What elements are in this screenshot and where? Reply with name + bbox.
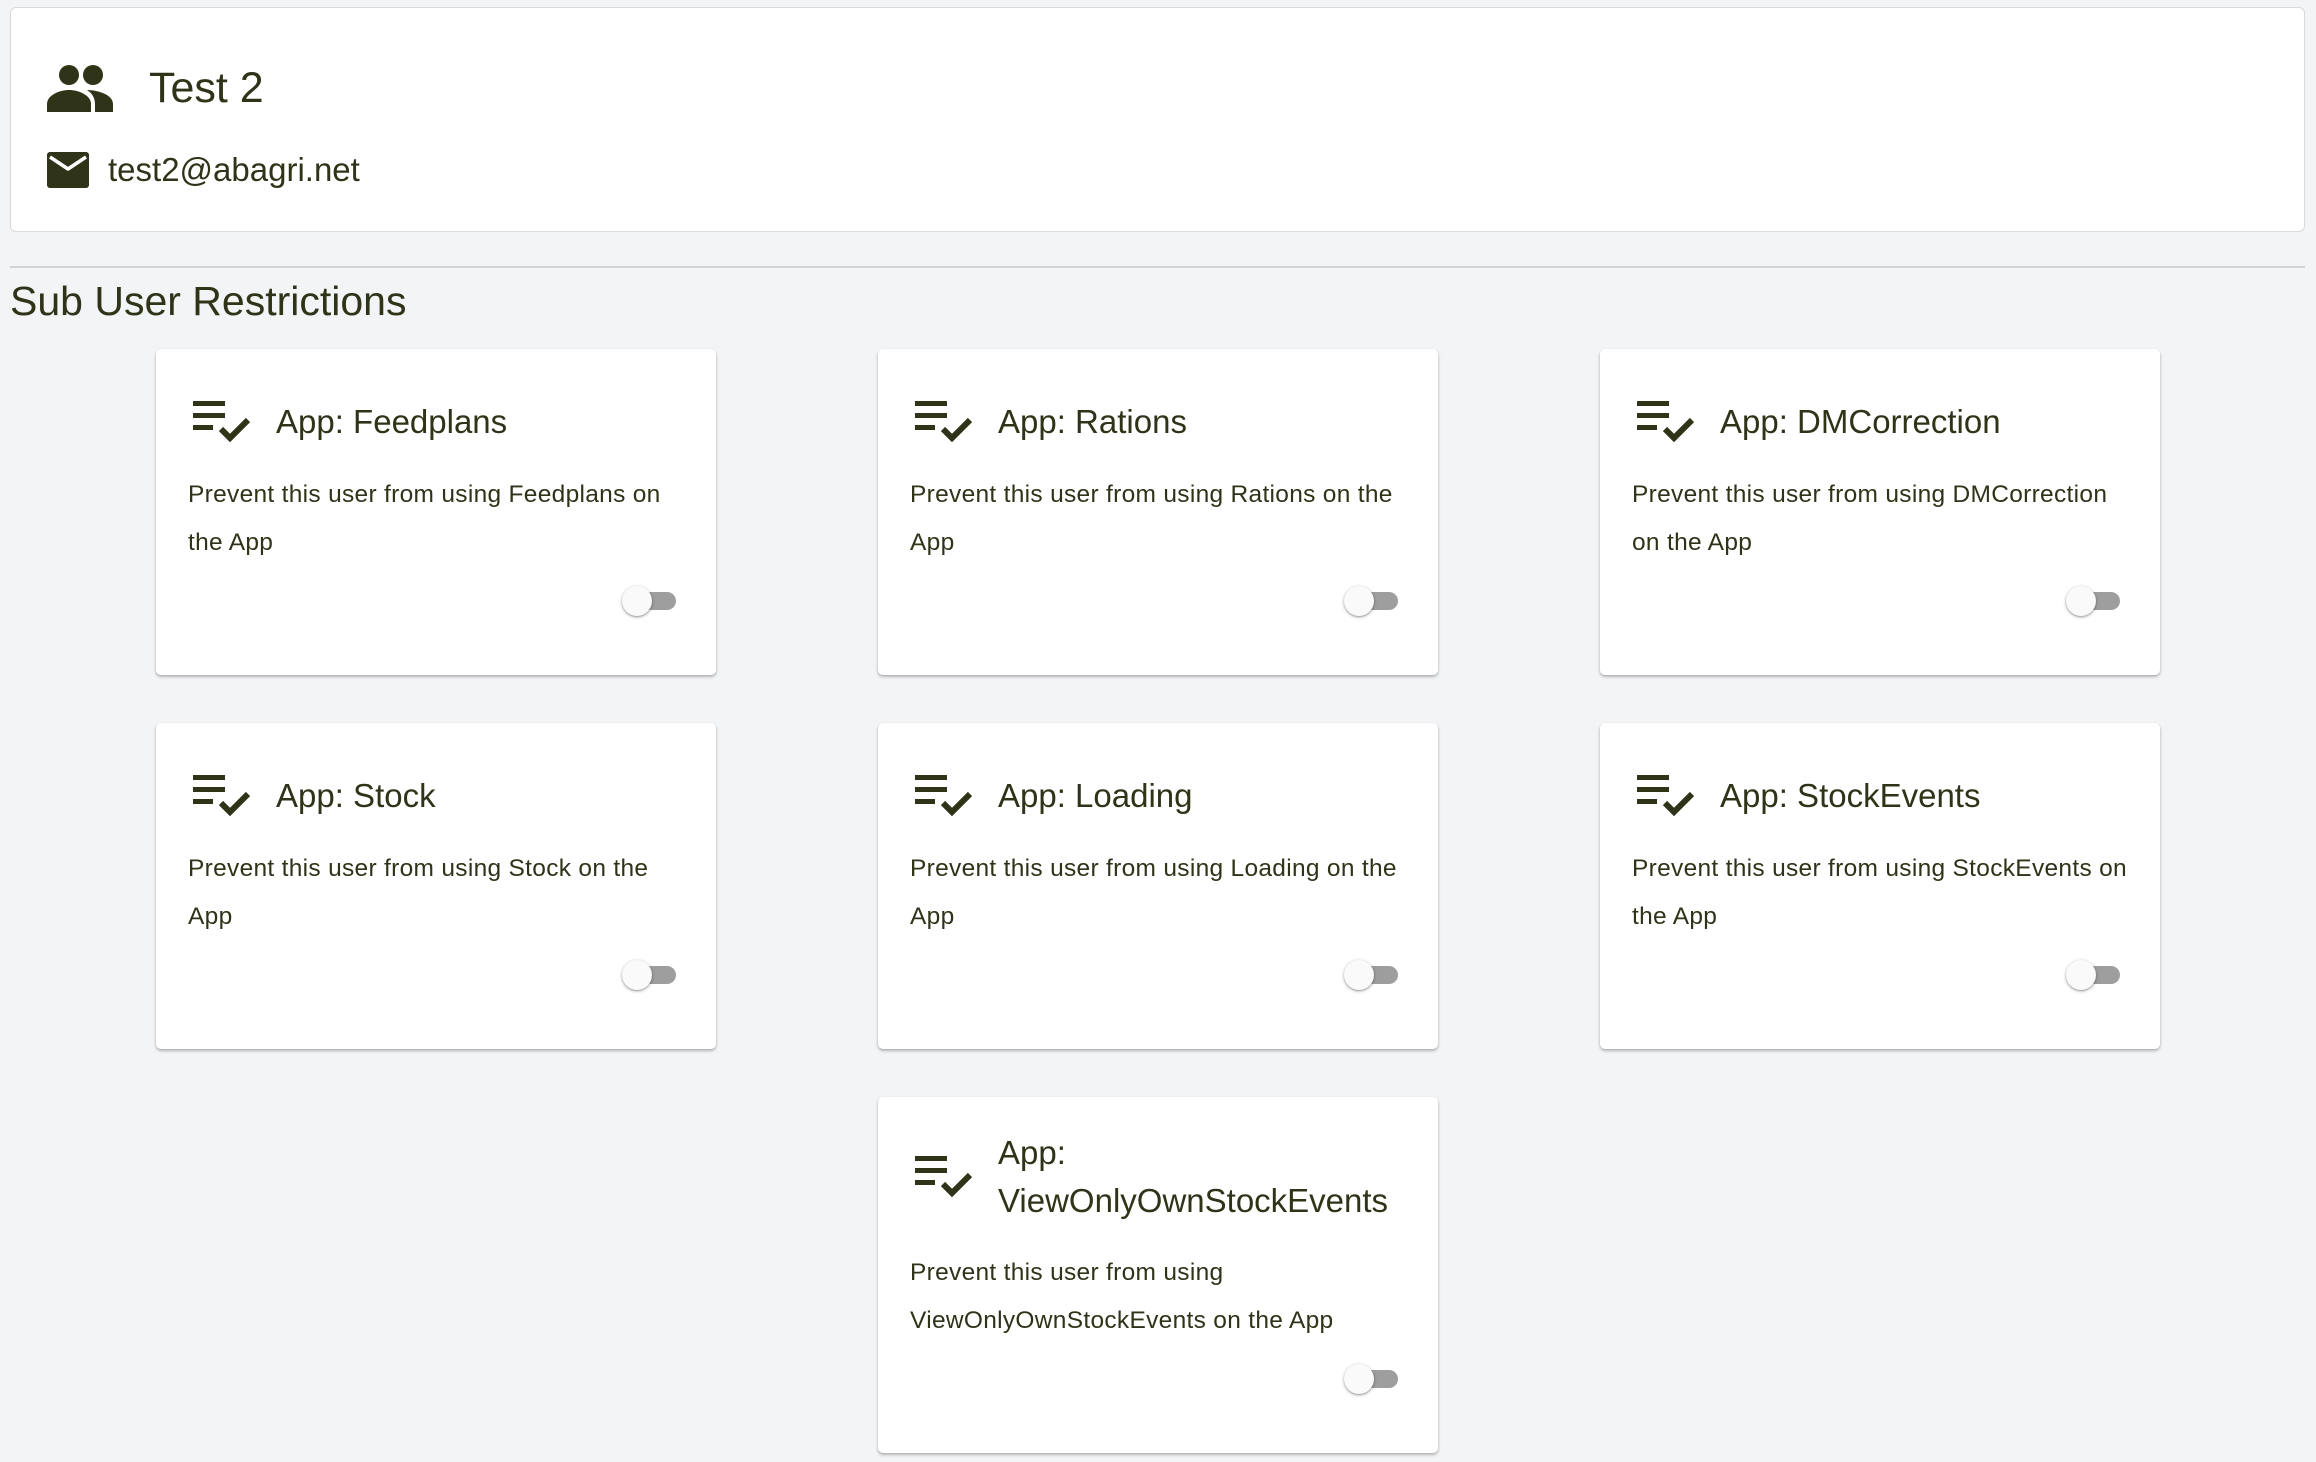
restriction-title: App: Stock — [276, 777, 436, 814]
page: Test 2 test2@abagri.net Sub User Restric… — [0, 0, 2316, 1462]
restriction-card-dmcorrection: App: DMCorrection Prevent this user from… — [1600, 349, 2160, 675]
toggle-thumb — [2066, 960, 2096, 990]
restriction-description: Prevent this user from using Rations on … — [910, 481, 1393, 556]
restriction-description: Prevent this user from using Loading on … — [910, 855, 1397, 930]
restriction-toggle-rations[interactable] — [1344, 583, 1400, 617]
restriction-toggle-feedplans[interactable] — [622, 583, 678, 617]
restriction-description: Prevent this user from using ViewOnlyOwn… — [910, 1259, 1334, 1334]
restriction-title: App: DMCorrection — [1720, 403, 2001, 440]
restriction-card-viewonlyownstockevents: App: ViewOnlyOwnStockEvents Prevent this… — [878, 1097, 1438, 1453]
playlist-check-icon — [915, 775, 973, 817]
user-profile-card: Test 2 test2@abagri.net — [10, 7, 2305, 232]
restriction-toggle-stockevents[interactable] — [2066, 957, 2122, 991]
toggle-thumb — [1344, 1364, 1374, 1394]
restriction-description: Prevent this user from using DMCorrectio… — [1632, 481, 2108, 556]
toggle-thumb — [622, 586, 652, 616]
restriction-title: App: Feedplans — [276, 403, 508, 440]
toggle-thumb — [622, 960, 652, 990]
toggle-thumb — [1344, 960, 1374, 990]
user-email-row: test2@abagri.net — [47, 138, 360, 202]
playlist-check-icon — [193, 401, 251, 443]
restriction-toggle-stock[interactable] — [622, 957, 678, 991]
playlist-check-icon — [1637, 401, 1695, 443]
toggle-thumb — [1344, 586, 1374, 616]
section-title: Sub User Restrictions — [10, 278, 407, 324]
restriction-card-feedplans: App: Feedplans Prevent this user from us… — [156, 349, 716, 675]
restriction-title: App: Loading — [998, 777, 1193, 814]
section-divider — [10, 266, 2305, 268]
restriction-description: Prevent this user from using StockEvents… — [1632, 855, 2127, 930]
playlist-check-icon — [1637, 775, 1695, 817]
user-name: Test 2 — [149, 63, 264, 112]
restriction-toggle-loading[interactable] — [1344, 957, 1400, 991]
restriction-title: App: StockEvents — [1720, 777, 1981, 814]
restriction-card-loading: App: Loading Prevent this user from usin… — [878, 723, 1438, 1049]
restriction-card-rations: App: Rations Prevent this user from usin… — [878, 349, 1438, 675]
restriction-card-stockevents: App: StockEvents Prevent this user from … — [1600, 723, 2160, 1049]
restriction-description: Prevent this user from using Feedplans o… — [188, 481, 661, 556]
mail-icon — [47, 152, 89, 188]
restriction-title: App: Rations — [998, 403, 1187, 440]
restriction-toggle-viewonlyownstockevents[interactable] — [1344, 1361, 1400, 1395]
group-icon — [47, 65, 113, 112]
restriction-description: Prevent this user from using Stock on th… — [188, 855, 649, 930]
playlist-check-icon — [915, 401, 973, 443]
toggle-thumb — [2066, 586, 2096, 616]
user-email: test2@abagri.net — [108, 151, 360, 188]
restriction-card-stock: App: Stock Prevent this user from using … — [156, 723, 716, 1049]
restriction-toggle-dmcorrection[interactable] — [2066, 583, 2122, 617]
restriction-title: App: ViewOnlyOwnStockEvents — [998, 1134, 1389, 1219]
user-name-row: Test 2 — [47, 52, 264, 124]
playlist-check-icon — [915, 1156, 973, 1198]
playlist-check-icon — [193, 775, 251, 817]
